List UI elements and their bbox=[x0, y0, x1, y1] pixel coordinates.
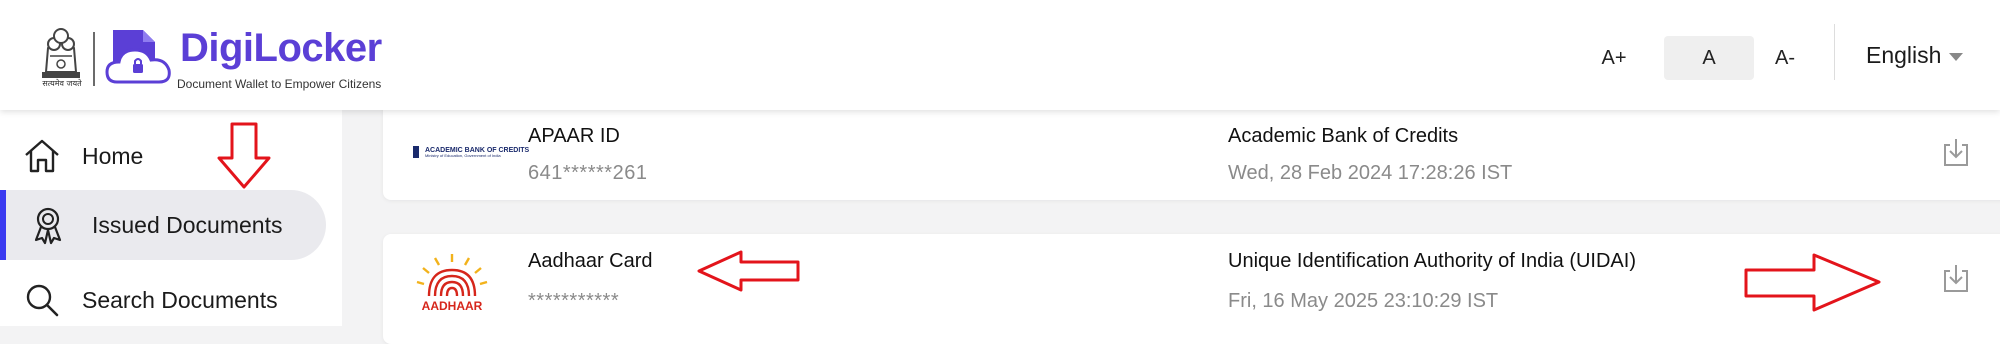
sidebar-item-label: Search Documents bbox=[82, 286, 278, 313]
language-label: English bbox=[1866, 42, 1942, 68]
sidebar: Home Issued Documents Search Documents bbox=[0, 110, 342, 326]
search-icon bbox=[26, 284, 59, 317]
brand-tagline: Document Wallet to Empower Citizens bbox=[177, 77, 382, 91]
abc-logo-subtext: Ministry of Education, Government of Ind… bbox=[425, 152, 501, 158]
sidebar-item-search-documents[interactable]: Search Documents bbox=[22, 272, 278, 328]
sidebar-item-issued-documents[interactable]: Issued Documents bbox=[0, 190, 326, 260]
abc-logo: ACADEMIC BANK OF CREDITS Ministry of Edu… bbox=[411, 144, 529, 160]
aadhaar-logo: AADHAAR bbox=[416, 254, 488, 313]
font-decrease-button[interactable]: A- bbox=[1740, 36, 1830, 80]
document-card-apaar[interactable]: ACADEMIC BANK OF CREDITS Ministry of Edu… bbox=[383, 100, 2000, 200]
annotation-arrow-right-icon bbox=[1744, 253, 1881, 312]
chevron-down-icon bbox=[1949, 52, 1964, 61]
home-icon bbox=[25, 139, 59, 173]
brand-divider bbox=[93, 32, 95, 86]
emblem-caption: सत्यमेव जयते bbox=[42, 79, 82, 88]
brand-name[interactable]: DigiLocker bbox=[180, 26, 382, 71]
emblem-small-icon bbox=[413, 146, 419, 158]
document-date: Wed, 28 Feb 2024 17:28:26 IST bbox=[1228, 162, 1513, 184]
digilocker-logo-icon[interactable] bbox=[103, 26, 175, 92]
font-increase-button[interactable]: A+ bbox=[1569, 36, 1659, 80]
header-divider bbox=[1834, 24, 1835, 80]
annotation-arrow-left-icon bbox=[697, 250, 800, 292]
top-header: सत्यमेव जयते DigiLocker Document Wallet … bbox=[0, 0, 2000, 110]
sidebar-item-home[interactable]: Home bbox=[22, 128, 143, 184]
document-issuer: Unique Identification Authority of India… bbox=[1228, 250, 1636, 272]
document-date: Fri, 16 May 2025 23:10:29 IST bbox=[1228, 290, 1499, 312]
document-number: *********** bbox=[528, 290, 620, 312]
sidebar-item-label: Issued Documents bbox=[92, 211, 283, 238]
download-icon[interactable] bbox=[1941, 136, 1971, 168]
document-issuer: Academic Bank of Credits bbox=[1228, 125, 1459, 147]
document-title[interactable]: Aadhaar Card bbox=[528, 250, 653, 273]
language-selector[interactable]: English bbox=[1866, 42, 1964, 69]
annotation-arrow-down-icon bbox=[217, 122, 271, 189]
document-title[interactable]: APAAR ID bbox=[528, 125, 620, 148]
award-ribbon-icon bbox=[34, 207, 62, 245]
document-number: 641******261 bbox=[528, 162, 648, 184]
aadhaar-logo-text: AADHAAR bbox=[422, 299, 483, 313]
sidebar-item-label: Home bbox=[82, 142, 144, 169]
download-icon[interactable] bbox=[1941, 262, 1971, 294]
